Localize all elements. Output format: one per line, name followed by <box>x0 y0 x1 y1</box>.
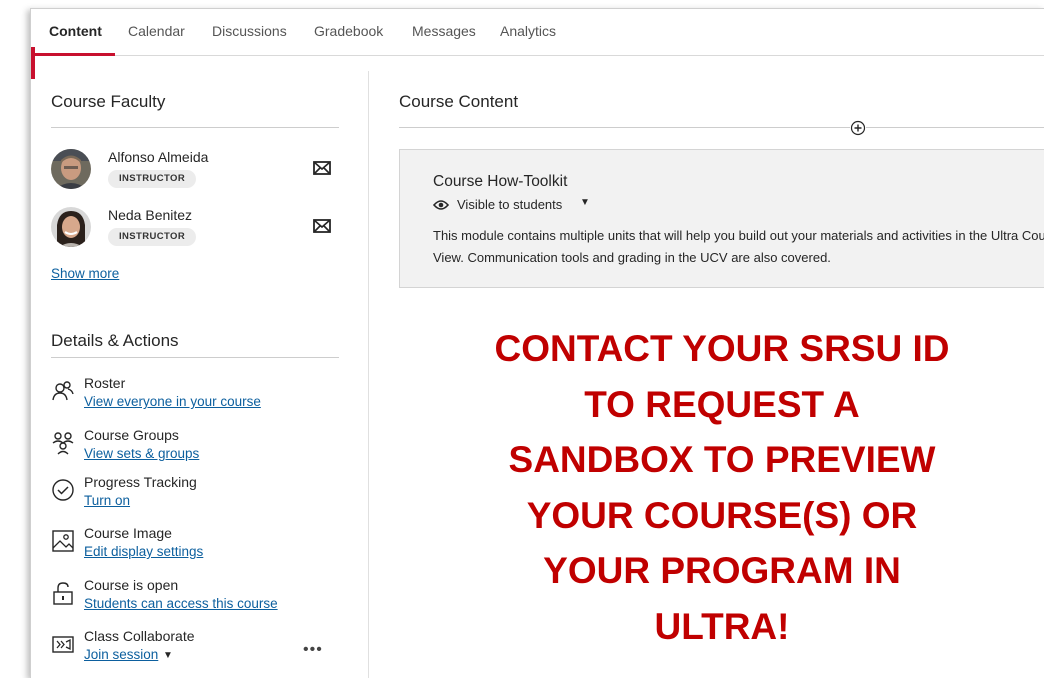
groups-icon <box>52 432 74 455</box>
learning-module-card[interactable]: Course How-Toolkit Visible to students ▼… <box>399 149 1044 288</box>
eye-icon <box>433 200 449 210</box>
tab-messages[interactable]: Messages <box>412 23 476 39</box>
details-actions-heading: Details & Actions <box>51 331 179 350</box>
promo-line: SANDBOX TO PREVIEW <box>508 439 936 480</box>
turn-on-tracking-link[interactable]: Turn on <box>84 493 130 508</box>
course-window: Content Calendar Discussions Gradebook M… <box>30 8 1044 678</box>
show-more-link[interactable]: Show more <box>51 266 119 281</box>
role-badge: INSTRUCTOR <box>108 228 197 246</box>
promo-line: YOUR COURSE(S) OR <box>526 494 918 536</box>
promo-line: CONTACT YOUR SRSU ID <box>494 328 950 369</box>
promo-line: ULTRA! <box>654 605 790 647</box>
active-tab-indicator <box>33 53 115 56</box>
mail-icon[interactable] <box>313 219 331 233</box>
roster-action: Roster View everyone in your course <box>51 375 351 415</box>
faculty-member: Alfonso Almeida INSTRUCTOR <box>51 149 341 193</box>
chevron-down-icon[interactable]: ▼ <box>163 650 173 661</box>
divider <box>51 357 339 358</box>
column-divider <box>368 71 369 678</box>
module-title[interactable]: Course How-Toolkit <box>433 173 567 191</box>
tab-calendar[interactable]: Calendar <box>128 23 185 39</box>
course-open-action: Course is open Students can access this … <box>51 577 351 617</box>
join-session-link[interactable]: Join session <box>84 647 158 662</box>
action-title: Progress Tracking <box>84 474 197 490</box>
course-faculty-heading: Course Faculty <box>51 92 166 111</box>
action-title: Roster <box>84 375 126 391</box>
course-tab-bar: Content Calendar Discussions Gradebook M… <box>31 9 1044 56</box>
action-title: Course Image <box>84 525 172 541</box>
divider <box>399 127 1044 128</box>
tab-analytics[interactable]: Analytics <box>500 23 556 39</box>
chevron-down-icon: ▼ <box>580 197 590 208</box>
promo-line: TO REQUEST A <box>584 383 860 425</box>
more-options-icon[interactable]: ••• <box>303 641 323 659</box>
course-groups-action: Course Groups View sets & groups <box>51 427 351 467</box>
faculty-member: Neda Benitez INSTRUCTOR <box>51 207 341 251</box>
role-badge: INSTRUCTOR <box>108 170 197 188</box>
progress-check-icon <box>52 479 74 501</box>
tab-gradebook[interactable]: Gradebook <box>314 23 383 39</box>
add-content-icon[interactable] <box>850 120 866 136</box>
avatar[interactable] <box>51 149 91 189</box>
action-title: Class Collaborate <box>84 628 195 644</box>
image-icon <box>52 530 74 552</box>
collaborate-icon <box>52 636 74 653</box>
course-content-heading: Course Content <box>399 92 519 111</box>
faculty-name[interactable]: Alfonso Almeida <box>108 149 208 165</box>
view-roster-link[interactable]: View everyone in your course <box>84 394 261 409</box>
action-title: Course Groups <box>84 427 179 443</box>
unlock-icon <box>53 582 73 605</box>
module-description: This module contains multiple units that… <box>433 228 1044 265</box>
mail-icon[interactable] <box>313 161 331 175</box>
promo-banner: CONTACT YOUR SRSU ID TO REQUEST A SANDBO… <box>399 321 1044 654</box>
faculty-name[interactable]: Neda Benitez <box>108 207 192 223</box>
tab-content[interactable]: Content <box>49 23 102 39</box>
visibility-label: Visible to students <box>457 197 563 212</box>
divider <box>51 127 339 128</box>
avatar[interactable] <box>51 207 91 247</box>
roster-icon <box>52 381 74 401</box>
edit-display-settings-link[interactable]: Edit display settings <box>84 544 203 559</box>
accent-bar <box>31 47 35 79</box>
student-access-link[interactable]: Students can access this course <box>84 596 278 611</box>
tab-discussions[interactable]: Discussions <box>212 23 287 39</box>
progress-tracking-action: Progress Tracking Turn on <box>51 474 351 514</box>
view-groups-link[interactable]: View sets & groups <box>84 446 199 461</box>
promo-line: YOUR PROGRAM IN <box>543 550 901 591</box>
action-title: Course is open <box>84 577 179 593</box>
course-image-action: Course Image Edit display settings <box>51 525 351 565</box>
